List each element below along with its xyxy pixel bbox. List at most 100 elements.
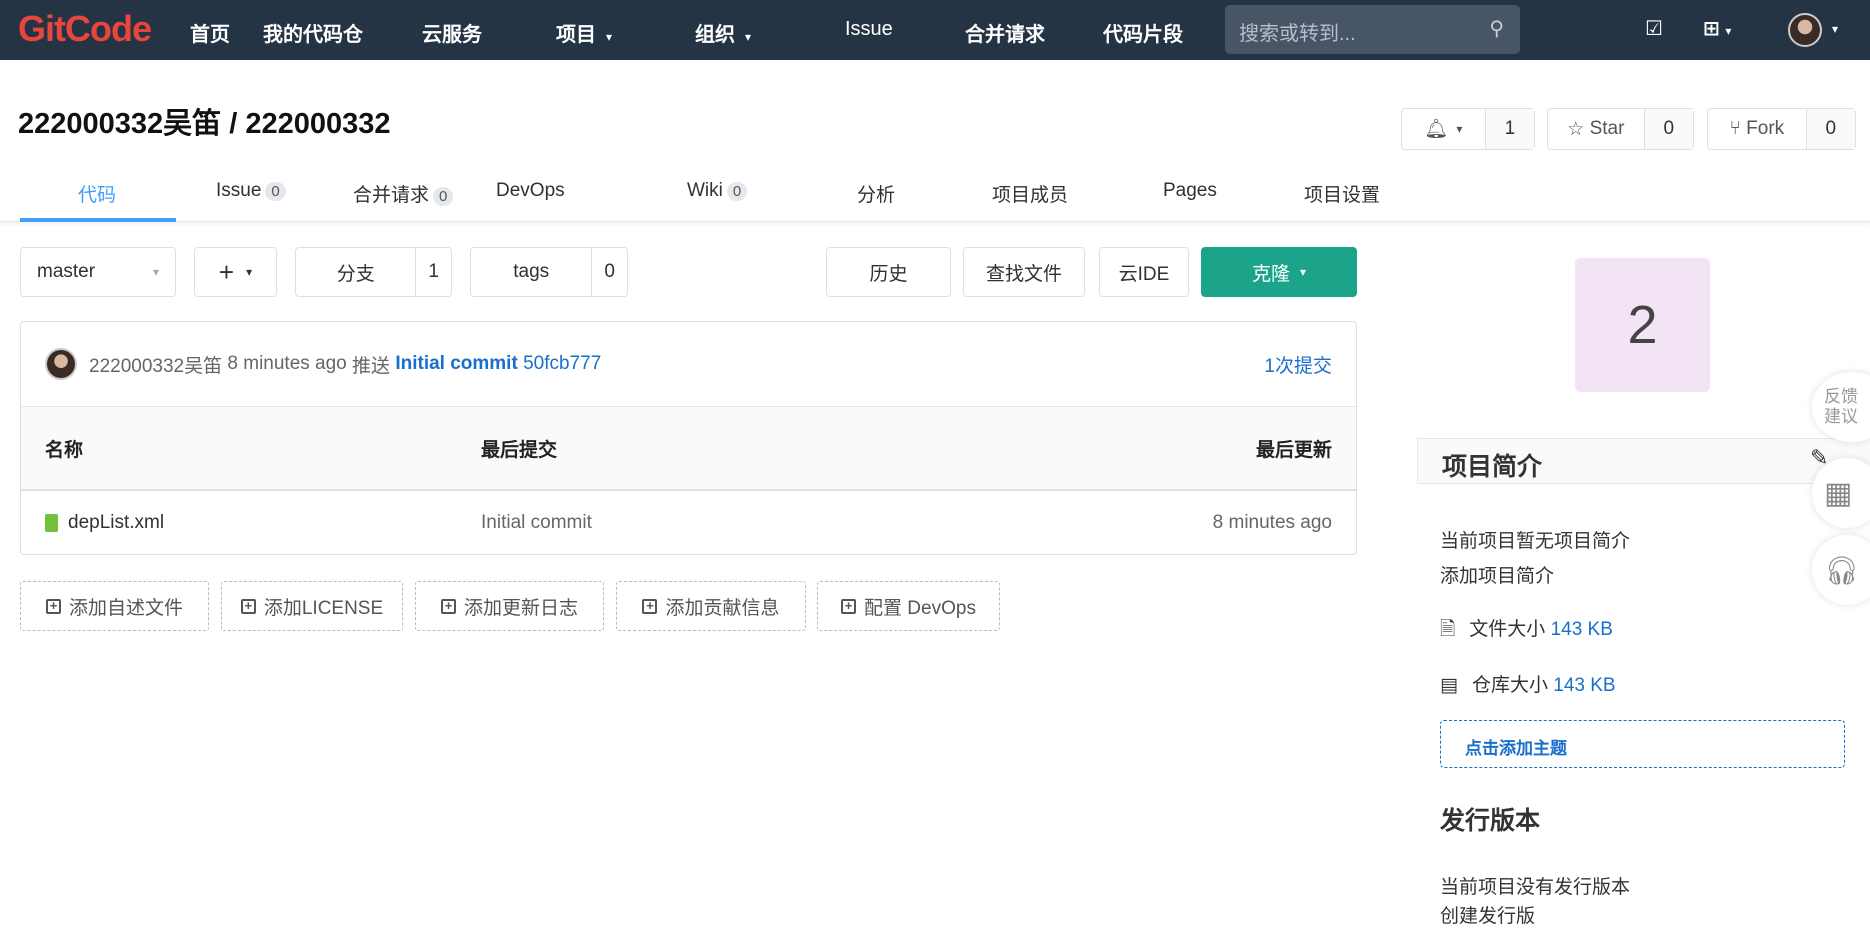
feedback-button[interactable]: 反馈建议 — [1812, 372, 1870, 442]
project-avatar: 2 — [1575, 258, 1710, 392]
configure-devops-button[interactable]: + 配置 DevOps — [817, 581, 1000, 631]
search-input[interactable]: 搜索或转到... ⚲ — [1225, 5, 1520, 54]
file-name: depList.xml — [68, 512, 165, 533]
chevron-down-icon: ▾ — [246, 265, 253, 279]
add-dropdown-button[interactable]: + ▾ — [194, 247, 277, 297]
file-icon: 🗎 — [1440, 619, 1456, 640]
todo-icon[interactable]: ☑ — [1645, 16, 1663, 41]
watch-button[interactable]: 🔔︎ ▾ 1 — [1401, 108, 1535, 150]
branch-select[interactable]: master ▾ — [20, 247, 176, 297]
repo-tabs: 代码 Issue 0 合并请求 0 DevOps Wiki 0 分析 项目成员 Pag… — [0, 160, 1870, 222]
headset-icon[interactable]: 🎧︎ — [1812, 535, 1870, 605]
branches-count: 1 — [415, 248, 451, 296]
branches-label: 分支 — [336, 263, 375, 285]
nav-snippets[interactable]: 代码片段 — [1103, 18, 1183, 47]
add-intro-link[interactable]: 添加项目简介 — [1440, 561, 1554, 588]
repo-title[interactable]: 222000332吴笛 / 222000332 — [18, 100, 390, 142]
nav-projects-label: 项目 — [556, 24, 596, 46]
branch-name: master — [37, 261, 96, 282]
tab-members[interactable]: 项目成员 — [992, 180, 1068, 207]
tab-merge-requests[interactable]: 合并请求 0 — [353, 180, 454, 207]
add-topic-button[interactable]: 点击添加主题 — [1440, 720, 1845, 768]
col-name: 名称 — [45, 439, 84, 461]
nav-issue[interactable]: Issue — [845, 18, 893, 41]
col-last-commit: 最后提交 — [481, 439, 558, 461]
gitcode-logo[interactable]: GitCode — [18, 8, 152, 50]
plus-square-icon: + — [642, 598, 658, 614]
table-header: 名称 最后提交 最后更新 — [21, 406, 1356, 491]
tab-issue[interactable]: Issue 0 — [216, 180, 286, 202]
plus-square-icon: + — [45, 598, 61, 614]
tags-button[interactable]: tags 0 — [470, 247, 628, 297]
star-button[interactable]: ☆ Star 0 — [1547, 108, 1694, 150]
web-ide-button[interactable]: 云IDE — [1099, 247, 1189, 297]
create-release-link[interactable]: 创建发行版 — [1440, 901, 1535, 928]
commit-count-link[interactable]: 1次提交 — [1264, 351, 1332, 378]
add-contributing-button[interactable]: + 添加贡献信息 — [616, 581, 806, 631]
nav-groups-label: 组织 — [695, 24, 735, 46]
add-license-button[interactable]: + 添加LICENSE — [221, 581, 403, 631]
create-new-icon[interactable]: ⊞ ▾ — [1703, 16, 1731, 41]
nav-cloud-services[interactable]: 云服务 — [422, 18, 482, 47]
file-link[interactable]: depList.xml — [45, 512, 481, 534]
fork-count: 0 — [1805, 109, 1855, 149]
plus-icon: + — [218, 256, 235, 287]
fork-button[interactable]: ⑂ Fork 0 — [1707, 108, 1856, 150]
file-browser: 222000332吴笛 8 minutes ago 推送 Initial com… — [20, 321, 1357, 555]
commit-message-link[interactable]: Initial commit — [395, 353, 517, 375]
top-navbar: GitCode 首页 我的代码仓 云服务 项目 ▾ 组织 ▾ Issue 合并请求 … — [0, 0, 1870, 60]
nav-my-repos[interactable]: 我的代码仓 — [263, 18, 363, 47]
issue-count-badge: 0 — [265, 182, 286, 201]
chevron-down-icon[interactable]: ▾ — [1832, 22, 1838, 36]
last-commit-row: 222000332吴笛 8 minutes ago 推送 Initial com… — [21, 322, 1356, 406]
tab-analytics[interactable]: 分析 — [857, 180, 895, 207]
tab-wiki[interactable]: Wiki 0 — [687, 180, 748, 202]
tab-settings[interactable]: 项目设置 — [1304, 180, 1380, 207]
nav-merge-requests[interactable]: 合并请求 — [965, 18, 1045, 47]
history-button[interactable]: 历史 — [826, 247, 951, 297]
wiki-count-badge: 0 — [726, 182, 748, 201]
tab-devops[interactable]: DevOps — [496, 180, 565, 202]
file-last-update: 8 minutes ago — [1212, 512, 1332, 533]
storage-icon: ▤ — [1440, 675, 1458, 696]
find-file-button[interactable]: 查找文件 — [963, 247, 1085, 297]
tab-code[interactable]: 代码 — [78, 180, 116, 207]
clone-button[interactable]: 克隆 ▾ — [1201, 247, 1357, 297]
releases-title: 发行版本 — [1440, 807, 1541, 835]
chevron-down-icon: ▾ — [745, 30, 752, 44]
qrcode-icon[interactable]: ▦ — [1812, 458, 1870, 528]
tags-label: tags — [513, 261, 550, 282]
user-avatar[interactable] — [1788, 13, 1822, 47]
branches-button[interactable]: 分支 1 — [295, 247, 452, 297]
file-last-commit[interactable]: Initial commit — [481, 512, 592, 534]
commit-sha-link[interactable]: 50fcb777 — [523, 353, 601, 375]
intro-header: 项目简介 ✎ — [1417, 438, 1870, 484]
commit-author[interactable]: 222000332吴笛 — [89, 351, 222, 378]
nav-groups[interactable]: 组织 ▾ — [695, 18, 751, 47]
chevron-down-icon: ▾ — [152, 265, 159, 279]
tab-pages[interactable]: Pages — [1163, 180, 1217, 202]
active-tab-indicator — [20, 218, 176, 222]
releases-empty-text: 当前项目没有发行版本 — [1440, 877, 1631, 898]
chevron-down-icon: ▾ — [1725, 24, 1732, 38]
star-count: 0 — [1643, 109, 1693, 149]
chevron-down-icon: ▾ — [1299, 265, 1307, 279]
plus-square-icon: + — [240, 598, 256, 614]
nav-home[interactable]: 首页 — [190, 18, 230, 47]
col-last-update: 最后更新 — [1255, 439, 1332, 461]
plus-square-icon: + — [440, 598, 456, 614]
author-avatar[interactable] — [45, 348, 77, 380]
fork-label: ⑂ Fork — [1729, 118, 1785, 139]
chevron-down-icon: ▾ — [606, 30, 613, 44]
clone-label: 克隆 — [1251, 263, 1290, 285]
bell-icon: 🔔︎ ▾ — [1424, 119, 1463, 140]
tags-count: 0 — [591, 248, 627, 296]
commit-time: 8 minutes ago — [227, 353, 347, 374]
xml-file-icon — [45, 514, 58, 532]
plus-square-icon: + — [841, 598, 857, 614]
star-label: ☆ Star — [1567, 118, 1625, 140]
add-readme-button[interactable]: + 添加自述文件 — [20, 581, 209, 631]
nav-projects[interactable]: 项目 ▾ — [556, 18, 612, 47]
intro-empty-text: 当前项目暂无项目简介 — [1440, 531, 1631, 552]
add-changelog-button[interactable]: + 添加更新日志 — [415, 581, 604, 631]
